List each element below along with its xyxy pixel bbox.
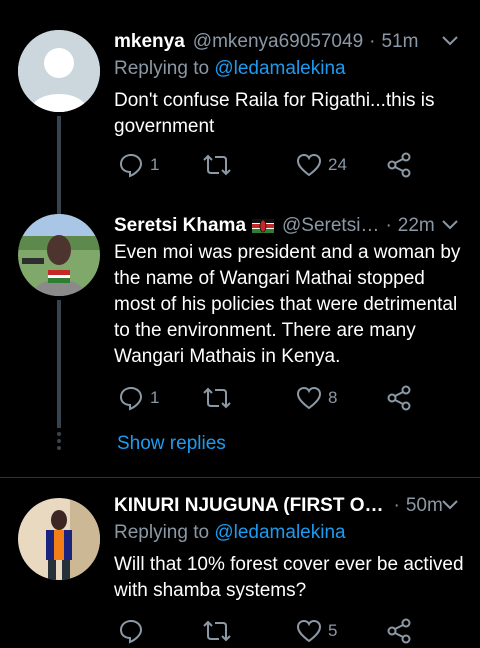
tweet-header: KINURI NJUGUNA (FIRST O… · 50m <box>114 492 464 520</box>
like-count: 24 <box>328 155 347 174</box>
tweet-header: mkenya @mkenya69057049 · 51m <box>114 28 464 56</box>
tweet-text: Even moi was president and a woman by th… <box>114 242 461 367</box>
tweet-header: Seretsi Khama @Seretsi… · 22m <box>114 212 464 240</box>
reply-button[interactable] <box>118 618 150 644</box>
tweet-kinuri-njuguna[interactable]: KINURI NJUGUNA (FIRST O… · 50m Replying … <box>0 492 480 645</box>
tweet-actions: 1 8 <box>114 385 414 415</box>
author-handle[interactable]: @mkenya69057049 <box>193 31 363 53</box>
share-icon <box>387 152 411 178</box>
author-name[interactable]: KINURI NJUGUNA (FIRST O… <box>114 495 384 517</box>
author-name[interactable]: mkenya <box>114 31 185 53</box>
replying-to-handle[interactable]: @ledamalekina <box>214 58 345 79</box>
profile-photo <box>18 214 100 296</box>
show-replies-link[interactable]: Show replies <box>117 433 226 455</box>
replying-to: Replying to @ledamalekina <box>114 522 346 544</box>
tweet-seretsi-khama[interactable]: Seretsi Khama @Seretsi… · 22m Even moi w… <box>0 212 480 432</box>
reply-count: 1 <box>150 155 160 174</box>
share-icon <box>387 618 411 644</box>
replying-to-label: Replying to <box>114 58 210 79</box>
like-icon <box>296 386 322 410</box>
author-name[interactable]: Seretsi Khama <box>114 215 246 237</box>
thread-line <box>57 300 61 428</box>
retweet-button[interactable] <box>202 385 238 411</box>
separator-dot: · <box>369 31 376 52</box>
retweet-button[interactable] <box>202 618 238 644</box>
share-button[interactable] <box>386 385 412 411</box>
avatar-kinuri-njuguna[interactable] <box>18 498 100 580</box>
reply-icon <box>119 153 143 178</box>
reply-icon <box>119 386 143 411</box>
like-count: 8 <box>328 388 338 407</box>
timestamp[interactable]: 51m <box>381 31 418 53</box>
avatar-mkenya[interactable] <box>18 30 100 112</box>
chevron-down-icon[interactable] <box>440 496 460 514</box>
like-button[interactable]: 5 <box>296 618 337 644</box>
separator-dot: · <box>393 495 400 516</box>
profile-photo <box>18 498 100 580</box>
chevron-down-icon[interactable] <box>440 32 460 50</box>
replying-to-label: Replying to <box>114 522 210 543</box>
share-button[interactable] <box>386 618 412 644</box>
retweet-icon <box>203 620 231 642</box>
timestamp[interactable]: 50m <box>406 495 443 517</box>
reply-button[interactable]: 1 <box>118 385 159 411</box>
replying-to: Replying to @ledamalekina <box>114 58 346 80</box>
thread-dots <box>57 432 61 453</box>
kenya-flag-icon <box>252 219 275 233</box>
tweet-actions: 1 24 <box>114 152 414 182</box>
retweet-icon <box>203 154 231 176</box>
author-handle[interactable]: @Seretsi… <box>282 215 379 237</box>
default-avatar-icon <box>18 30 100 112</box>
like-icon <box>296 153 322 177</box>
like-icon <box>296 619 322 643</box>
like-button[interactable]: 8 <box>296 385 337 411</box>
thread-line <box>57 116 61 216</box>
separator-dot: · <box>385 215 392 236</box>
like-button[interactable]: 24 <box>296 152 347 178</box>
tweet-actions: 5 <box>114 618 414 648</box>
share-button[interactable] <box>386 152 412 178</box>
retweet-button[interactable] <box>202 152 238 178</box>
timestamp[interactable]: 22m <box>398 215 435 237</box>
reply-button[interactable]: 1 <box>118 152 159 178</box>
reply-icon <box>119 619 143 644</box>
chevron-down-icon[interactable] <box>440 216 460 234</box>
tweet-mkenya[interactable]: mkenya @mkenya69057049 · 51m Replying to… <box>0 28 480 216</box>
replying-to-handle[interactable]: @ledamalekina <box>214 522 345 543</box>
tweet-text: Don't confuse Raila for Rigathi...this i… <box>114 90 435 137</box>
like-count: 5 <box>328 621 338 640</box>
reply-count: 1 <box>150 388 160 407</box>
divider <box>0 477 480 478</box>
avatar-seretsi-khama[interactable] <box>18 214 100 296</box>
retweet-icon <box>203 387 231 409</box>
tweet-text: Will that 10% forest cover ever be activ… <box>114 554 464 601</box>
share-icon <box>387 385 411 411</box>
